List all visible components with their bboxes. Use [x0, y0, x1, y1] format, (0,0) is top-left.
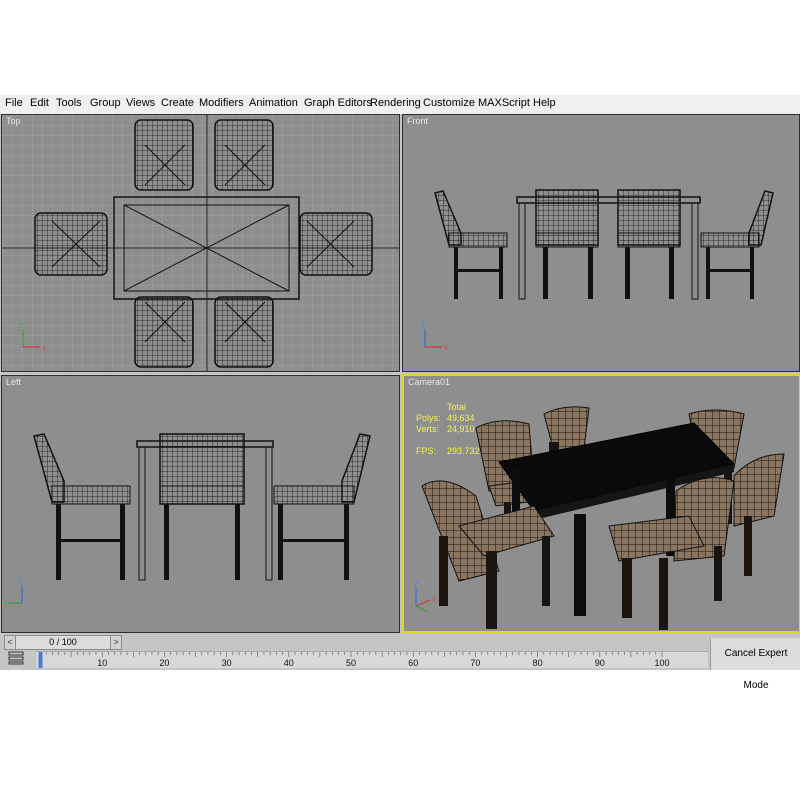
- viewport-camera[interactable]: Camera01 Total Polys: 49,634 Verts: 24,910…: [402, 374, 800, 633]
- fps-value: 293.732: [447, 446, 480, 456]
- viewport-left[interactable]: Left z y: [1, 375, 400, 633]
- track-label: 30: [222, 658, 232, 668]
- axis-x-label: x: [432, 595, 436, 604]
- chair: [299, 212, 373, 276]
- menu-create[interactable]: Create: [161, 97, 194, 109]
- axis-z-label: z: [18, 576, 22, 585]
- track-label: 80: [533, 658, 543, 668]
- chair: [34, 212, 108, 276]
- left-view-drawing: z y: [2, 376, 399, 632]
- track-bar-icon[interactable]: [8, 651, 24, 665]
- time-slider[interactable]: < 0 / 100 >: [4, 635, 122, 650]
- max-application: File Edit Tools Group Views Create Modif…: [0, 95, 800, 691]
- statistics-overlay: Total Polys: 49,634 Verts: 24,910 FPS: 293.…: [416, 402, 506, 457]
- menu-maxscript[interactable]: MAXScript: [478, 97, 530, 109]
- verts-label: Verts:: [416, 424, 440, 434]
- menu-tools[interactable]: Tools: [56, 97, 82, 109]
- axis-y-label: y: [430, 610, 434, 619]
- menu-edit[interactable]: Edit: [30, 97, 49, 109]
- axis-y-label: y: [19, 320, 23, 329]
- chair: [134, 119, 194, 191]
- track-bar[interactable]: 10 20 30 40 50 60 70 80 90 100: [36, 651, 708, 668]
- verts-value: 24,910: [447, 424, 475, 434]
- chair: [214, 119, 274, 191]
- top-view-drawing: y x: [2, 115, 399, 371]
- track-label: 90: [595, 658, 605, 668]
- menu-help[interactable]: Help: [533, 97, 556, 109]
- track-label: 70: [470, 658, 480, 668]
- track-label: 40: [284, 658, 294, 668]
- menu-animation[interactable]: Animation: [249, 97, 298, 109]
- front-view-drawing: z x: [403, 115, 799, 371]
- time-slider-prev-button[interactable]: <: [5, 636, 16, 649]
- menu-graph-editors[interactable]: Graph Editors: [304, 97, 372, 109]
- viewport-label-camera[interactable]: Camera01: [408, 377, 450, 387]
- menu-rendering[interactable]: Rendering: [370, 97, 421, 109]
- viewport-label-left[interactable]: Left: [6, 377, 21, 387]
- cancel-expert-mode-button[interactable]: Cancel Expert Mode: [710, 638, 800, 691]
- track-label: 60: [408, 658, 418, 668]
- menu-views[interactable]: Views: [126, 97, 155, 109]
- menu-bar: File Edit Tools Group Views Create Modif…: [0, 95, 800, 115]
- current-frame-marker[interactable]: [38, 652, 43, 668]
- viewport-label-front[interactable]: Front: [407, 116, 428, 126]
- viewport-top[interactable]: Top y x: [1, 114, 400, 372]
- chair: [214, 296, 274, 368]
- polys-value: 49,634: [447, 413, 475, 423]
- track-label: 20: [159, 658, 169, 668]
- axis-z-label: z: [421, 320, 425, 329]
- menu-customize[interactable]: Customize: [423, 97, 475, 109]
- axis-y-label: y: [4, 599, 8, 608]
- track-label: 100: [654, 658, 669, 668]
- time-slider-next-button[interactable]: >: [110, 636, 121, 649]
- menu-modifiers[interactable]: Modifiers: [199, 97, 244, 109]
- stats-header: Total: [447, 402, 467, 412]
- viewport-front[interactable]: Front z x: [402, 114, 800, 372]
- axis-x-label: x: [42, 343, 46, 352]
- axis-z-label: z: [414, 579, 418, 588]
- track-label: 50: [346, 658, 356, 668]
- viewport-label-top[interactable]: Top: [6, 116, 21, 126]
- polys-label: Polys:: [416, 413, 441, 423]
- track-label: 10: [97, 658, 107, 668]
- menu-group[interactable]: Group: [90, 97, 121, 109]
- track-ticks: 10 20 30 40 50 60 70 80 90 100: [38, 652, 670, 668]
- menu-file[interactable]: File: [5, 97, 23, 109]
- timeline-area: < 0 / 100 > 10 20 30 40 50 60 70 80 90 100 Cancel…: [0, 633, 800, 691]
- fps-label: FPS:: [416, 446, 437, 456]
- time-slider-value: 0 / 100: [49, 637, 77, 647]
- chair: [134, 296, 194, 368]
- axis-x-label: x: [444, 343, 448, 352]
